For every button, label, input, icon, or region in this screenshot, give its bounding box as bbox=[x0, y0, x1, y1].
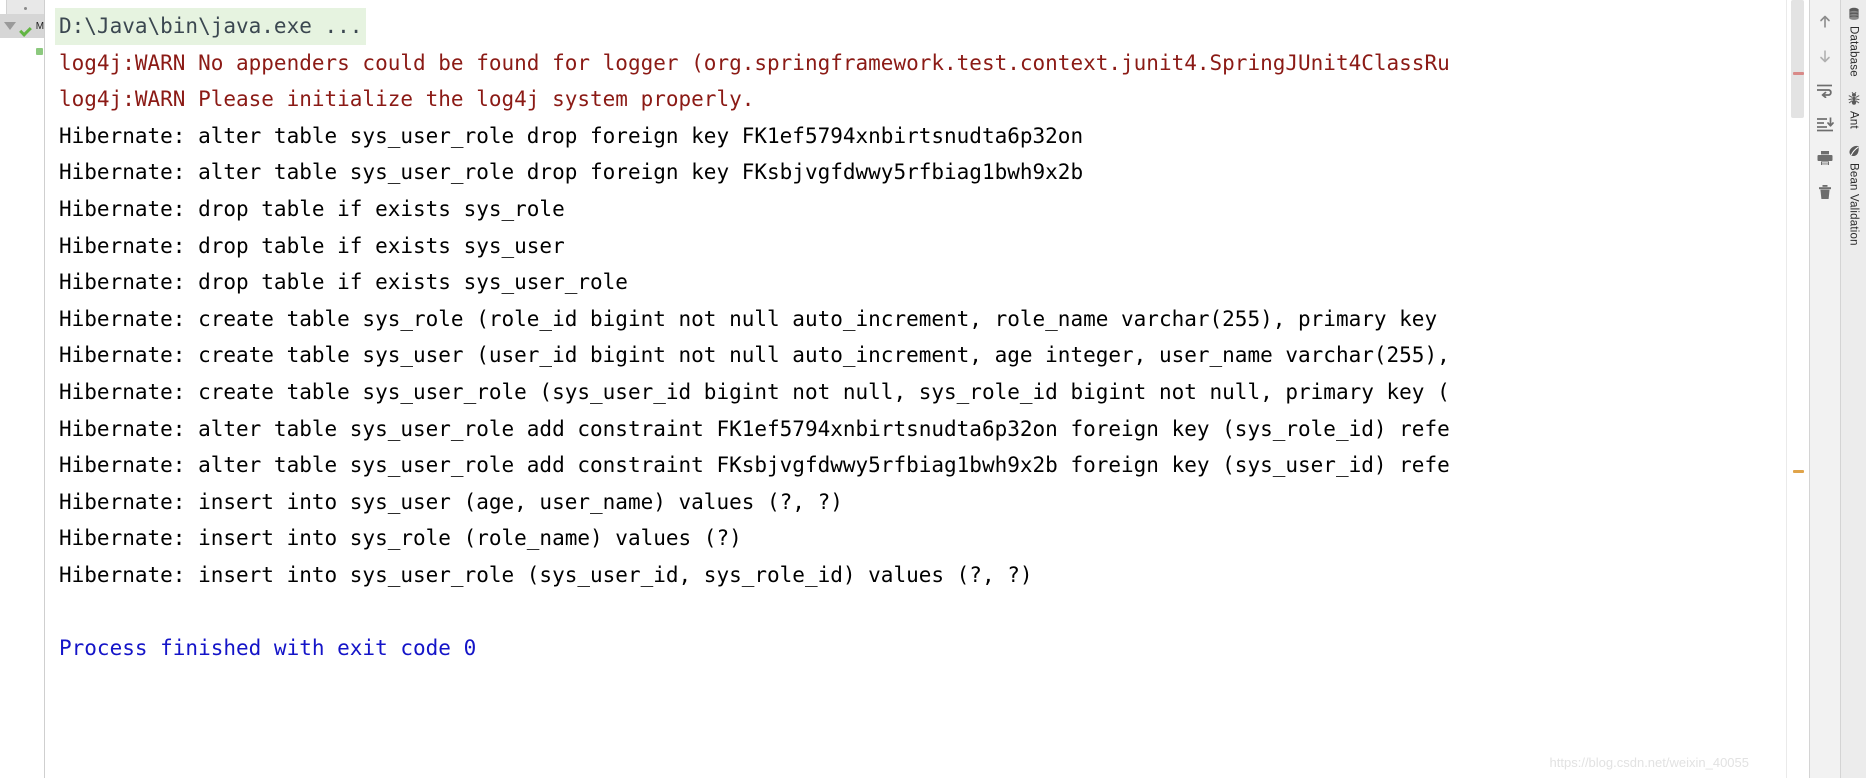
test-results-tree-pane: M bbox=[0, 0, 45, 778]
sidebar-item-bean-validation[interactable]: Bean Validation bbox=[1846, 143, 1862, 246]
scroll-to-end-icon[interactable] bbox=[1813, 112, 1837, 136]
test-tree-root-label: M bbox=[35, 20, 44, 32]
bean-validation-icon bbox=[1846, 143, 1862, 159]
console-output-pane[interactable]: D:\Java\bin\java.exe ... log4j:WARN No ap… bbox=[45, 0, 1809, 778]
sidebar-item-database-label: Database bbox=[1847, 26, 1860, 77]
console-line: Hibernate: create table sys_user_role (s… bbox=[59, 379, 1450, 404]
sidebar-item-ant[interactable]: Ant bbox=[1846, 91, 1862, 129]
down-arrow-icon[interactable] bbox=[1813, 44, 1837, 68]
console-vertical-scrollbar-thumb[interactable] bbox=[1791, 0, 1804, 118]
console-line: Hibernate: insert into sys_role (role_na… bbox=[59, 526, 742, 551]
up-arrow-icon[interactable] bbox=[1813, 10, 1837, 34]
console-line: Process finished with exit code 0 bbox=[59, 636, 477, 661]
console-side-toolbar bbox=[1809, 0, 1840, 778]
sidebar-item-database[interactable]: Database bbox=[1846, 6, 1862, 77]
console-line: Hibernate: alter table sys_user_role add… bbox=[59, 453, 1450, 478]
console-line: log4j:WARN No appenders could be found f… bbox=[59, 50, 1450, 75]
console-line: Hibernate: drop table if exists sys_user… bbox=[59, 270, 628, 295]
console-line: Hibernate: alter table sys_user_role add… bbox=[59, 416, 1450, 441]
test-tree-root-row[interactable]: M bbox=[0, 14, 44, 38]
console-line: D:\Java\bin\java.exe ... bbox=[55, 8, 367, 45]
console-line: Hibernate: drop table if exists sys_user bbox=[59, 233, 565, 258]
error-stripe-info[interactable] bbox=[1793, 470, 1804, 473]
print-icon[interactable] bbox=[1813, 146, 1837, 170]
console-line: Hibernate: alter table sys_user_role dro… bbox=[59, 160, 1084, 185]
green-check-icon bbox=[20, 19, 35, 34]
console-text-area[interactable]: D:\Java\bin\java.exe ... log4j:WARN No ap… bbox=[45, 0, 1787, 778]
console-line: Hibernate: insert into sys_user (age, us… bbox=[59, 489, 843, 514]
database-icon bbox=[1846, 6, 1862, 22]
console-line: Hibernate: create table sys_user (user_i… bbox=[59, 343, 1450, 368]
console-vertical-scrollbar[interactable] bbox=[1786, 0, 1809, 778]
soft-wrap-icon[interactable] bbox=[1813, 78, 1837, 102]
ide-run-console-window: M D:\Java\bin\java.exe ... log4j:WARN No … bbox=[0, 0, 1866, 778]
sidebar-item-ant-label: Ant bbox=[1847, 110, 1860, 129]
collapse-all-triangle-icon[interactable] bbox=[4, 22, 16, 30]
console-line: Hibernate: create table sys_role (role_i… bbox=[59, 306, 1450, 331]
console-line: log4j:WARN Please initialize the log4j s… bbox=[59, 87, 755, 112]
error-stripe-warn[interactable] bbox=[1793, 72, 1804, 75]
console-line: Hibernate: insert into sys_user_role (sy… bbox=[59, 562, 1033, 587]
test-tree-child-status-icon bbox=[36, 48, 43, 55]
right-tool-window-stripe: Database Ant Bean Validation bbox=[1840, 0, 1866, 778]
ant-icon bbox=[1846, 91, 1862, 107]
console-line: Hibernate: drop table if exists sys_role bbox=[59, 196, 565, 221]
trash-icon[interactable] bbox=[1813, 180, 1837, 204]
console-line: Hibernate: alter table sys_user_role dro… bbox=[59, 123, 1084, 148]
sidebar-item-bean-validation-label: Bean Validation bbox=[1847, 162, 1860, 246]
